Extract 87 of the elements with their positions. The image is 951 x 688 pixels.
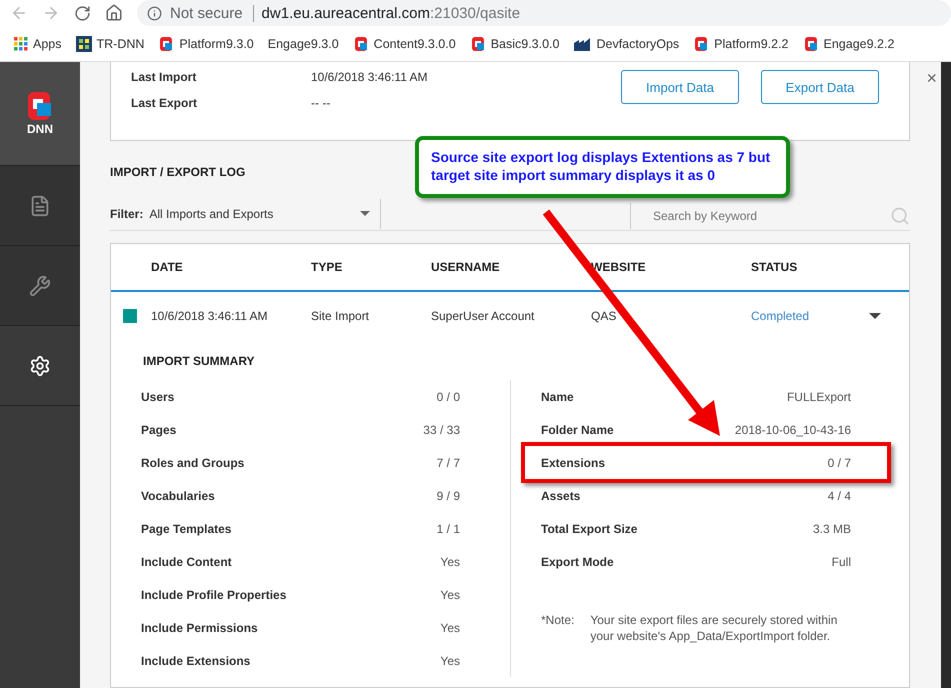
address-bar[interactable]: Not secure dw1.eu.aureacentral.com:21030/qasite: [137, 0, 951, 26]
summary-value: 1 / 1: [436, 522, 460, 536]
summary-value: Yes: [440, 620, 460, 634]
data-button[interactable]: Export Data: [761, 70, 879, 104]
url-text: dw1.eu.aureacentral.com:21030/qasite: [262, 4, 520, 22]
reload-icon[interactable]: [74, 4, 91, 22]
logo-icon: [470, 36, 486, 52]
settings-icon: [29, 354, 51, 376]
data-button[interactable]: Import Data: [621, 70, 739, 104]
bookmark-link[interactable]: Platform9.2.2: [693, 36, 788, 52]
summary-value: Full: [832, 554, 851, 568]
bookmark-link[interactable]: DevfactoryOps: [573, 36, 680, 50]
annotation-callout: Source site export log displays Extentions as 7 but target site import summary displays it as 0: [415, 136, 790, 198]
bookmark-link[interactable]: TR-DNN: [76, 36, 144, 52]
summary-value: 9 / 9: [436, 488, 460, 502]
section-title: IMPORT / EXPORT LOG: [110, 165, 246, 179]
filter-dropdown[interactable]: All Imports and Exports: [149, 198, 382, 228]
summary-value: FULLExport: [786, 390, 851, 404]
note-text: Your site export files are securely stored within your website's App_Data/ExportImport folder.: [590, 612, 838, 644]
summary-label: Include Extensions: [141, 654, 250, 668]
summary-value: 2018-10-06_10-43-16: [734, 422, 851, 436]
table-cell-text: SuperUser Account: [431, 309, 536, 323]
status-text: Completed: [751, 309, 810, 323]
table-cell-text: 10/6/2018 3:46:11 AM: [151, 309, 269, 323]
summary-label: Include Content: [141, 554, 232, 568]
column-header: DATE: [151, 260, 184, 274]
summary-value: 4 / 4: [828, 488, 851, 502]
summary-value: 3.3 MB: [812, 522, 851, 536]
bookmark-link[interactable]: Basic9.3.0.0: [470, 36, 560, 52]
summary-value: Yes: [440, 588, 460, 602]
table-cell-text: QAS: [591, 309, 618, 323]
grid-icon: [76, 36, 92, 52]
filter-label: Filter:: [110, 206, 144, 220]
bookmark-link[interactable]: Platform9.3.0: [158, 36, 254, 52]
logo[interactable]: DNN: [0, 62, 80, 166]
summary-value: 10/6/2018 3:46:11 AM: [311, 70, 428, 84]
document-icon: [29, 194, 51, 216]
logo-icon: [158, 36, 174, 52]
bookmark-link[interactable]: Engage9.3.0: [268, 36, 339, 50]
sidebar-item[interactable]: [0, 166, 80, 246]
summary-value: Yes: [440, 654, 460, 668]
security-label: Not secure: [170, 4, 254, 22]
caret-icon: [360, 211, 370, 216]
summary-label: Folder Name: [541, 422, 614, 436]
summary-label: Users: [141, 390, 174, 404]
summary-label: Total Export Size: [541, 522, 638, 536]
building-icon: [573, 36, 592, 50]
column-header: STATUS: [751, 260, 798, 274]
bookmark-link[interactable]: Apps: [14, 36, 62, 50]
summary-value: 0 / 7: [828, 456, 851, 470]
summary-label: Include Permissions: [141, 620, 258, 634]
summary-value: 0 / 0: [436, 390, 460, 404]
logo-text: DNN: [27, 122, 53, 136]
summary-label: Export Mode: [541, 554, 614, 568]
logo-icon: [802, 36, 818, 52]
logo-icon: [352, 36, 369, 52]
summary-label: Assets: [541, 488, 580, 502]
summary-label: Roles and Groups: [141, 456, 244, 470]
search-icon: [890, 206, 910, 226]
column-header: TYPE: [311, 260, 344, 274]
home-icon[interactable]: [105, 4, 123, 22]
note-label: *Note:: [541, 612, 574, 629]
summary-value: -- --: [311, 96, 332, 110]
summary-value: 33 / 33: [423, 422, 460, 436]
summary-label: Page Templates: [141, 522, 232, 536]
summary-value: 7 / 7: [436, 456, 460, 470]
summary-label: Include Profile Properties: [141, 588, 286, 602]
summary-label: Pages: [141, 422, 176, 436]
column-header: USERNAME: [431, 260, 501, 274]
logo-icon: [26, 92, 54, 120]
search-field[interactable]: Search by Keyword: [651, 208, 890, 224]
info-icon: [147, 6, 162, 20]
apps-grid-icon: [14, 36, 28, 50]
summary-label: Extensions: [541, 456, 606, 470]
logo-icon: [693, 36, 710, 52]
summary-label: Last Export: [131, 96, 198, 110]
bookmark-link[interactable]: Engage9.2.2: [802, 36, 894, 52]
summary-label: Name: [541, 390, 574, 404]
tools-icon: [29, 274, 51, 296]
summary-title: IMPORT SUMMARY: [143, 354, 256, 368]
bookmark-link[interactable]: Content9.3.0.0: [352, 36, 456, 52]
summary-label: Vocabularies: [141, 488, 215, 502]
table-cell-text: Site Import: [311, 309, 370, 323]
caret-icon: [869, 313, 881, 319]
summary-label: Last Import: [131, 70, 198, 84]
close-button[interactable]: ×: [926, 68, 937, 89]
summary-value: Yes: [440, 554, 460, 568]
